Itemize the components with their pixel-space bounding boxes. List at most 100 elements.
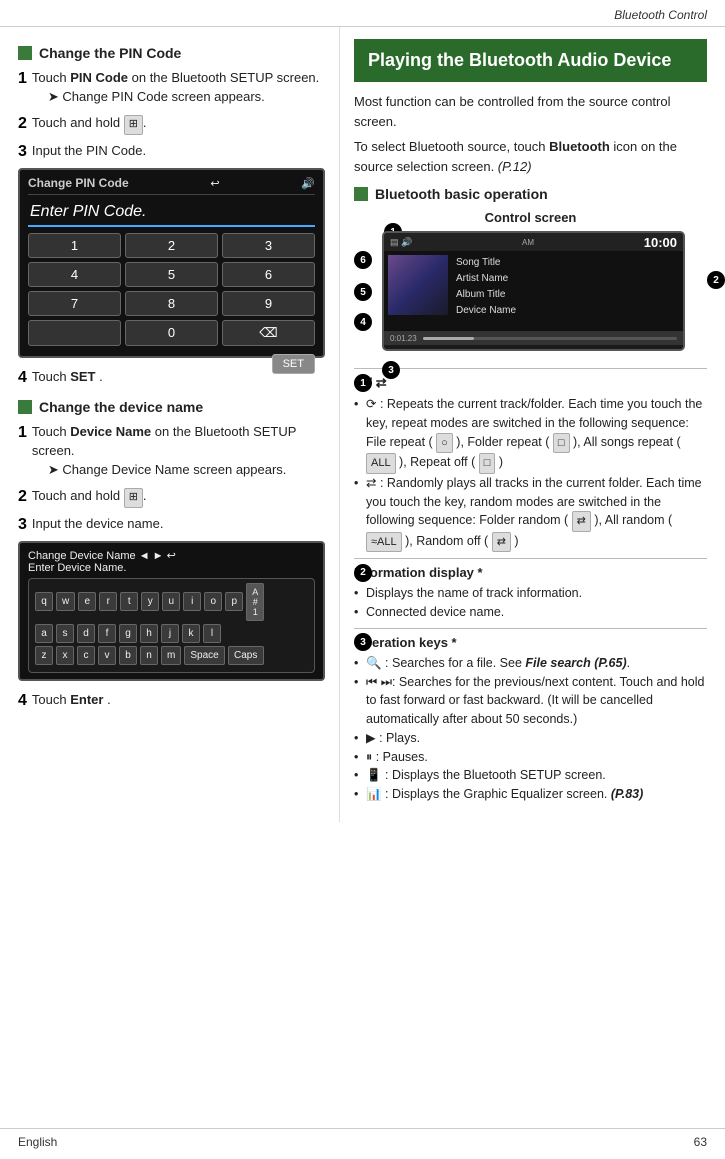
btn-search[interactable]: 🔍	[401, 349, 412, 352]
all-repeat-icon: ALL	[366, 453, 396, 474]
operation-bullets: 🔍 : Searches for a file. See File search…	[354, 654, 707, 804]
btn-arrow-right[interactable]: ›	[468, 350, 679, 352]
key-0[interactable]: 0	[125, 320, 218, 346]
random-bullet: ⇄ : Randomly plays all tracks in the cur…	[354, 474, 707, 553]
kb-b[interactable]: b	[119, 646, 137, 665]
devname-nav-arrows: ◄ ►	[139, 550, 164, 562]
kb-space[interactable]: Space	[184, 646, 224, 665]
eq-ref: (P.83)	[611, 787, 643, 801]
kb-a[interactable]: a	[35, 624, 53, 643]
repeat-icon: ⟳	[366, 397, 376, 411]
kb-c[interactable]: c	[77, 646, 95, 665]
kb-l[interactable]: l	[203, 624, 221, 643]
kb-q[interactable]: q	[35, 592, 53, 611]
key-1[interactable]: 1	[28, 233, 121, 258]
kb-y[interactable]: y	[141, 592, 159, 611]
kb-s[interactable]: s	[56, 624, 74, 643]
footer-lang: English	[18, 1135, 57, 1149]
btn-hash[interactable]: #	[459, 349, 464, 351]
pin-code-screen: Change PIN Code ↩ 🔊 Enter PIN Code. 1 2 …	[18, 168, 325, 358]
kb-row-2: a s d f g h j k l	[35, 624, 308, 643]
kb-f[interactable]: f	[98, 624, 116, 643]
devname-screen-header: Change Device Name ◄ ► ↩	[28, 549, 315, 562]
key-2[interactable]: 2	[125, 233, 218, 258]
section-basic-title: Bluetooth basic operation	[375, 186, 548, 202]
kb-t[interactable]: t	[120, 592, 138, 611]
kb-w[interactable]: w	[56, 592, 75, 611]
kb-h[interactable]: h	[140, 624, 158, 643]
kb-r[interactable]: r	[99, 592, 117, 611]
kb-u[interactable]: u	[162, 592, 180, 611]
kb-m[interactable]: m	[161, 646, 181, 665]
devname-input-display: Enter Device Name.	[28, 562, 315, 574]
right-column: Playing the Bluetooth Audio Device Most …	[340, 27, 725, 822]
kb-i[interactable]: i	[183, 592, 201, 611]
repeat-bullet: ⟳ : Repeats the current track/folder. Ea…	[354, 395, 707, 474]
key-8[interactable]: 8	[125, 291, 218, 316]
devname-step-num-2: 2	[18, 487, 27, 506]
devname-step-4-content: Touch Enter .	[32, 691, 325, 710]
device-name-display: Device Name	[456, 303, 516, 319]
progress-fill	[423, 337, 474, 340]
devname-step-2-content: Touch and hold ⊞.	[32, 487, 325, 508]
btn-eq[interactable]: ▤	[388, 349, 397, 352]
section-devicename-title: Change the device name	[39, 399, 203, 415]
devname-step-num-4: 4	[18, 691, 27, 710]
btn-pause[interactable]: ⏸	[439, 349, 444, 352]
page-ref-p12: (P.12)	[498, 159, 532, 174]
key-4[interactable]: 4	[28, 262, 121, 287]
banner-heading: Playing the Bluetooth Audio Device	[354, 39, 707, 82]
kb-z[interactable]: z	[35, 646, 53, 665]
kb-p[interactable]: p	[225, 592, 243, 611]
key-5[interactable]: 5	[125, 262, 218, 287]
screen-track-info: Song Title Artist Name Album Title Devic…	[452, 251, 520, 331]
kb-j[interactable]: j	[161, 624, 179, 643]
btn-prev[interactable]: ⏮	[416, 349, 424, 352]
key-6[interactable]: 6	[222, 262, 315, 287]
info-bullet-2: Connected device name.	[354, 603, 707, 622]
kb-row-1: q w e r t y u i o p A#1	[35, 583, 308, 621]
op-pause-bullet: ⏸ : Pauses.	[354, 748, 707, 767]
control-screen-img: ▤ 🔊 AM 10:00 Song Title Artist Name Albu…	[382, 231, 685, 351]
pin-step-3: 3 Input the PIN Code.	[18, 142, 325, 161]
section-icon-square	[18, 46, 32, 60]
pin-keypad: 1 2 3 4 5 6 7 8 9 0 ⌫	[28, 233, 315, 346]
key-7[interactable]: 7	[28, 291, 121, 316]
kb-o[interactable]: o	[204, 592, 222, 611]
set-button[interactable]: SET	[272, 354, 315, 374]
kb-row-3: z x c v b n m Space Caps	[35, 646, 308, 665]
control-screen-label: Control screen	[354, 210, 707, 225]
kb-v[interactable]: v	[98, 646, 116, 665]
devname-step-1: 1 Touch Device Name on the Bluetooth SET…	[18, 423, 325, 480]
screen-icon-volume: 🔊	[301, 177, 315, 190]
repeat-bullets: ⟳ : Repeats the current track/folder. Ea…	[354, 395, 707, 552]
screen-time: 10:00	[644, 235, 677, 250]
key-empty	[28, 320, 121, 346]
artist-name: Artist Name	[456, 271, 516, 287]
key-3[interactable]: 3	[222, 233, 315, 258]
kb-x[interactable]: x	[56, 646, 74, 665]
kb-g[interactable]: g	[119, 624, 137, 643]
kb-caps[interactable]: Caps	[228, 646, 264, 665]
screen-content: Song Title Artist Name Album Title Devic…	[384, 251, 683, 331]
devname-step-1-content: Touch Device Name on the Bluetooth SETUP…	[32, 423, 325, 480]
key-del[interactable]: ⌫	[222, 320, 315, 346]
screen-am: AM	[522, 238, 534, 247]
elapsed-time: 0:01.23	[390, 334, 417, 343]
devname-step-4: 4 Touch Enter .	[18, 691, 325, 710]
kb-e[interactable]: e	[78, 592, 96, 611]
key-9[interactable]: 9	[222, 291, 315, 316]
kb-d[interactable]: d	[77, 624, 95, 643]
kb-A-special[interactable]: A#1	[246, 583, 264, 621]
section-pin-title: Change the PIN Code	[39, 45, 181, 61]
kb-n[interactable]: n	[140, 646, 158, 665]
btn-play[interactable]: ▶	[428, 349, 435, 352]
op-prevnext-bullet: ⏮ ⏭: Searches for the previous/next cont…	[354, 673, 707, 729]
btn-next[interactable]: ⏭	[447, 349, 455, 352]
hold-icon-devname: ⊞	[124, 488, 143, 508]
op-search-bullet: 🔍 : Searches for a file. See File search…	[354, 654, 707, 673]
screen-icons-left: ▤ 🔊	[390, 237, 412, 248]
step-4-content: Touch SET .	[32, 368, 272, 387]
kb-k[interactable]: k	[182, 624, 200, 643]
play-icon-op: ▶	[366, 731, 376, 745]
